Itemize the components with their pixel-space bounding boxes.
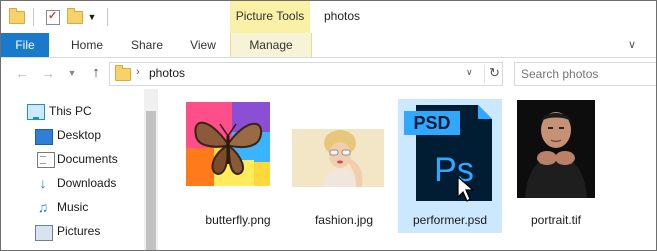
address-row: ← → ▼ ↑ › photos ∨ ↻ xyxy=(1,58,656,88)
computer-icon xyxy=(27,104,45,120)
tab-manage[interactable]: Manage xyxy=(230,33,312,57)
new-folder-icon[interactable] xyxy=(67,7,83,25)
title-separator xyxy=(107,8,108,26)
file-name: fashion.jpg xyxy=(314,213,374,227)
back-arrow-icon[interactable]: ← xyxy=(13,64,31,82)
search-input[interactable] xyxy=(521,67,651,81)
portrait-thumbnail xyxy=(517,100,595,198)
psd-file-icon: PSD Ps xyxy=(400,101,500,205)
file-list: butterfly.png fashion.jpg PSD Ps perform… xyxy=(161,89,656,250)
pictures-icon xyxy=(35,225,53,241)
window-title: photos xyxy=(324,9,361,23)
file-item-fashion[interactable]: fashion.jpg xyxy=(292,99,396,233)
quick-access-separator xyxy=(33,8,34,26)
file-item-performer[interactable]: PSD Ps performer.psd xyxy=(398,99,502,233)
fashion-thumbnail xyxy=(292,129,384,187)
sidebar-item-label: Downloads xyxy=(57,176,117,190)
file-item-portrait[interactable]: portrait.tif xyxy=(504,99,608,233)
customize-dropdown-icon[interactable]: ▼ xyxy=(87,9,97,25)
file-name: butterfly.png xyxy=(205,213,271,227)
sidebar-item-label: This PC xyxy=(49,104,92,118)
chevron-right-icon[interactable]: › xyxy=(136,66,140,78)
breadcrumb[interactable]: photos xyxy=(149,66,185,80)
file-name: portrait.tif xyxy=(530,213,581,227)
explorer-window: ▼ Picture Tools photos File Home Share V… xyxy=(0,0,657,251)
chevron-down-icon[interactable]: ∨ xyxy=(626,38,638,51)
up-arrow-icon[interactable]: ↑ xyxy=(87,64,105,82)
sidebar-item-label: Pictures xyxy=(57,224,101,238)
tab-home[interactable]: Home xyxy=(66,33,108,57)
ribbon-tabs: File Home Share View Manage ∨ xyxy=(1,33,656,58)
address-bar[interactable]: › photos ∨ ↻ xyxy=(109,62,503,86)
navigation-pane: This PC Desktop Documents ↓ Downloads ♫ … xyxy=(1,89,159,250)
file-name: performer.psd xyxy=(412,213,488,227)
refresh-icon[interactable]: ↻ xyxy=(484,65,500,83)
properties-icon[interactable] xyxy=(45,9,61,25)
tab-share[interactable]: Share xyxy=(125,33,169,57)
file-item-butterfly[interactable]: butterfly.png xyxy=(186,99,290,233)
forward-arrow-icon[interactable]: → xyxy=(39,64,57,82)
sidebar-item-label: Music xyxy=(57,200,89,214)
psd-badge-text: PSD xyxy=(413,113,450,133)
downloads-icon: ↓ xyxy=(39,175,47,191)
sidebar-item-label: Desktop xyxy=(57,128,102,142)
folder-icon[interactable] xyxy=(9,7,25,25)
tab-file[interactable]: File xyxy=(1,33,49,57)
scrollbar-thumb[interactable] xyxy=(146,111,156,250)
tab-view[interactable]: View xyxy=(185,33,221,57)
recent-locations-icon[interactable]: ▼ xyxy=(63,64,81,82)
sidebar-item-label: Documents xyxy=(57,152,118,166)
folder-icon xyxy=(115,65,131,81)
chevron-down-icon[interactable]: ∨ xyxy=(466,67,473,78)
title-bar: ▼ Picture Tools photos xyxy=(1,1,656,33)
butterfly-thumbnail xyxy=(186,102,270,186)
picture-tools-label: Picture Tools xyxy=(235,9,305,23)
ps-glyph: Ps xyxy=(434,151,474,189)
documents-icon xyxy=(37,152,55,168)
search-box[interactable] xyxy=(514,62,656,86)
desktop-icon xyxy=(35,129,53,145)
music-icon: ♫ xyxy=(37,199,49,215)
